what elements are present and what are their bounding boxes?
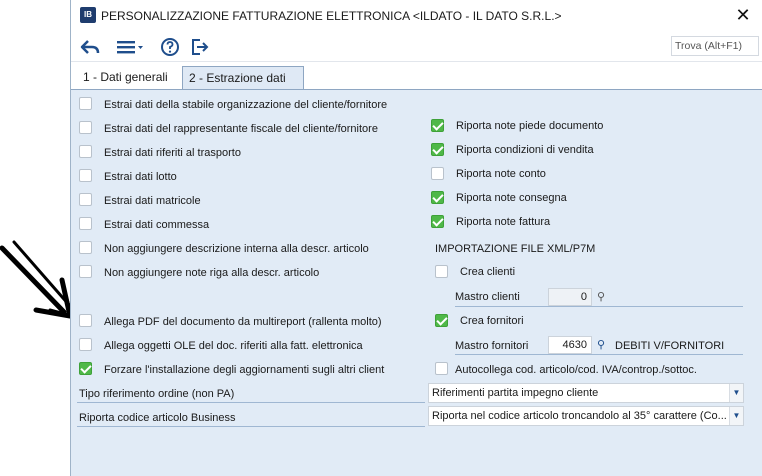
left-option-label: Estrai dati commessa [104,219,210,231]
right-option-checkbox[interactable] [431,191,444,204]
left-option-label: Forzare l'installazione degli aggiorname… [104,364,385,376]
mastro-fornitori-field[interactable]: 4630 [548,336,592,354]
left-option-label: Estrai dati matricole [104,195,201,207]
toolbar [71,32,762,62]
left-option-checkbox[interactable] [79,97,92,110]
left-option-label: Estrai dati lotto [104,171,177,183]
mastro-clienti-underline [455,306,743,307]
codice-articolo-label: Riporta codice articolo Business [79,412,236,424]
left-option-label: Estrai dati riferiti al trasporto [104,147,241,159]
codice-articolo-underline [77,426,425,427]
left-option-label: Allega oggetti OLE del doc. riferiti all… [104,340,363,352]
left-option-checkbox[interactable] [79,338,92,351]
mastro-fornitori-lookup-icon[interactable]: ⚲ [593,337,609,353]
crea-clienti-label: Crea clienti [460,266,516,278]
mastro-fornitori-underline [455,354,743,355]
help-button[interactable] [159,36,181,58]
autocollega-label: Autocollega cod. articolo/cod. IVA/contr… [455,364,697,376]
right-option-checkbox[interactable] [431,143,444,156]
tipo-riferimento-value: Riferimenti partita impegno cliente [432,387,599,399]
right-option-checkbox[interactable] [431,215,444,228]
settings-window: IB PERSONALIZZAZIONE FATTURAZIONE ELETTR… [70,0,762,476]
search-input[interactable]: Trova (Alt+F1) [671,36,759,56]
tipo-riferimento-select[interactable]: Riferimenti partita impegno cliente ▼ [428,383,744,403]
left-option-checkbox[interactable] [79,314,92,327]
crea-fornitori-label: Crea fornitori [460,315,524,327]
right-option-label: Riporta condizioni di vendita [456,144,594,156]
app-logo-icon: IB [80,7,96,23]
left-option-label: Non aggiungere note riga alla descr. art… [104,267,320,279]
crea-clienti-checkbox[interactable] [435,265,448,278]
right-option-checkbox[interactable] [431,167,444,180]
left-option-checkbox[interactable] [79,265,92,278]
menu-icon [117,41,143,54]
codice-articolo-value: Riporta nel codice articolo troncandolo … [432,410,727,422]
tab-estrazione-dati[interactable]: 2 - Estrazione dati [182,66,304,90]
tipo-riferimento-label: Tipo riferimento ordine (non PA) [79,388,235,400]
chevron-down-icon[interactable]: ▼ [729,407,743,425]
close-button[interactable]: ✕ [731,4,755,28]
import-section-heading: IMPORTAZIONE FILE XML/P7M [435,243,596,255]
left-option-label: Estrai dati della stabile organizzazione… [104,99,388,111]
left-option-checkbox[interactable] [79,145,92,158]
window-title: PERSONALIZZAZIONE FATTURAZIONE ELETTRONI… [101,9,562,23]
left-option-label: Non aggiungere descrizione interna alla … [104,243,369,255]
help-icon [161,38,179,56]
left-option-checkbox[interactable] [79,241,92,254]
left-option-label: Estrai dati del rappresentante fiscale d… [104,123,378,135]
exit-button[interactable] [189,36,211,58]
menu-button[interactable] [113,36,147,58]
chevron-down-icon[interactable]: ▼ [729,384,743,402]
codice-articolo-select[interactable]: Riporta nel codice articolo troncandolo … [428,406,744,426]
right-option-checkbox[interactable] [431,119,444,132]
mastro-clienti-label: Mastro clienti [455,291,520,303]
estrazione-dati-panel: Estrai dati della stabile organizzazione… [71,89,762,476]
tab-dati-generali[interactable]: 1 - Dati generali [77,66,174,90]
left-option-checkbox[interactable] [79,362,92,375]
left-option-checkbox[interactable] [79,121,92,134]
right-option-label: Riporta note conto [456,168,546,180]
left-option-checkbox[interactable] [79,169,92,182]
crea-fornitori-checkbox[interactable] [435,314,448,327]
left-option-checkbox[interactable] [79,193,92,206]
mastro-fornitori-label: Mastro fornitori [455,340,529,352]
mastro-clienti-field[interactable]: 0 [548,288,592,306]
mastro-fornitori-description: DEBITI V/FORNITORI [615,340,725,352]
autocollega-checkbox[interactable] [435,362,448,375]
mastro-clienti-lookup-icon[interactable]: ⚲ [593,289,609,305]
tipo-riferimento-underline [77,402,425,403]
back-arrow-icon [80,40,100,54]
right-option-label: Riporta note fattura [456,216,551,228]
left-option-checkbox[interactable] [79,217,92,230]
right-option-label: Riporta note consegna [456,192,567,204]
right-option-label: Riporta note piede documento [456,120,604,132]
tab-strip: 1 - Dati generali 2 - Estrazione dati [71,64,762,90]
title-bar: IB PERSONALIZZAZIONE FATTURAZIONE ELETTR… [71,0,762,32]
left-option-label: Allega PDF del documento da multireport … [104,316,382,328]
exit-icon [192,39,209,55]
back-button[interactable] [77,36,103,58]
